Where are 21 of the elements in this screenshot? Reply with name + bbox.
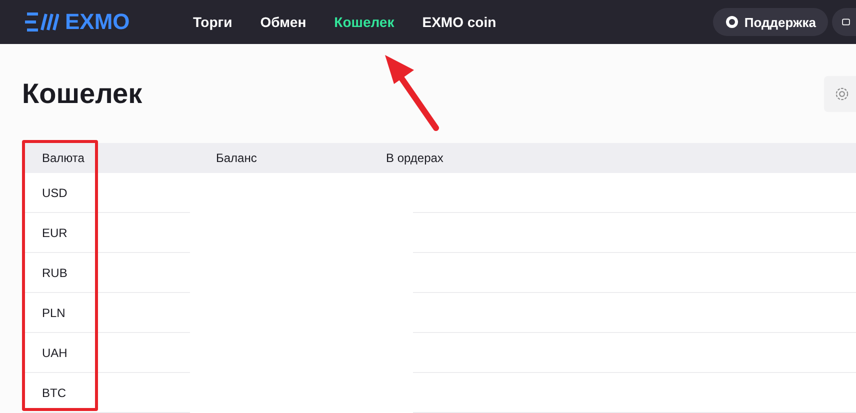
nav-tab[interactable]: Кошелек (334, 14, 394, 30)
nav-tab[interactable]: Торги (193, 14, 232, 30)
support-button[interactable]: Поддержка (713, 8, 828, 36)
page-title: Кошелек (22, 78, 142, 110)
nav-tab[interactable]: EXMO coin (422, 14, 496, 30)
wallet-icon (842, 16, 850, 28)
currency-cell-text: RUB (41, 266, 68, 280)
currency-cell-text: UAH (41, 346, 68, 360)
headset-icon (725, 15, 740, 29)
currency-cell-text: PLN (41, 306, 66, 320)
currency-cell-text: USD (41, 186, 68, 200)
settings-button[interactable] (824, 76, 856, 112)
exmo-logo[interactable]: EXMO (25, 9, 193, 35)
currency-cell-text: BTC (41, 386, 66, 400)
column-header: Валюта (42, 151, 84, 165)
logo-icon (25, 12, 59, 32)
column-header: В ордерах (386, 151, 444, 165)
currency-cell-text: EUR (41, 226, 68, 240)
wallet-button[interactable] (832, 8, 856, 36)
column-header: Баланс (216, 151, 257, 165)
nav-tab[interactable]: Обмен (260, 14, 306, 30)
